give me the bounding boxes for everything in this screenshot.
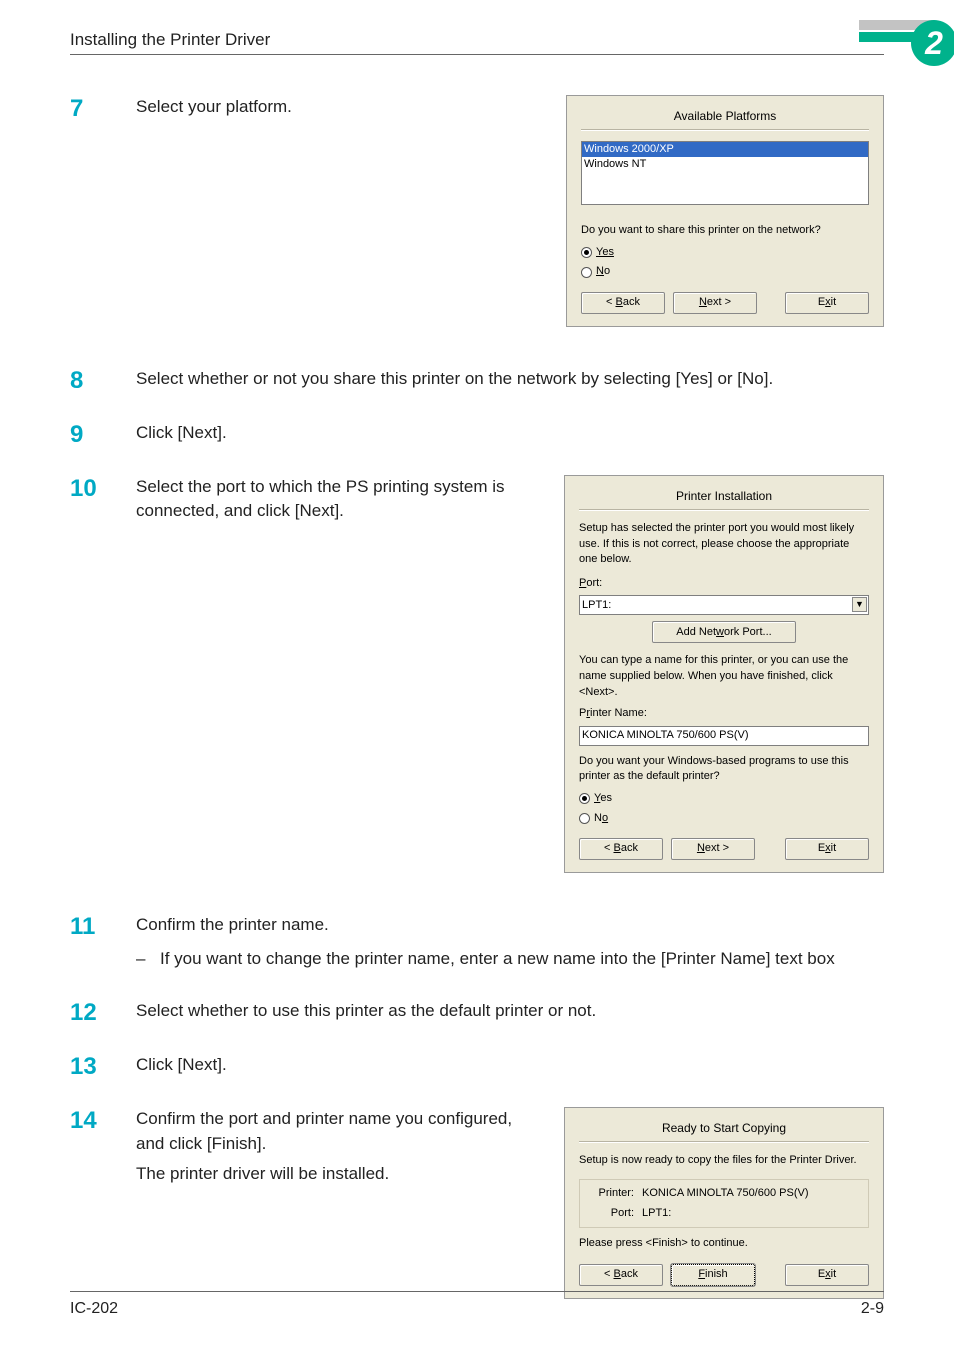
- chapter-badge: 2: [859, 20, 954, 66]
- step-11-text: Confirm the printer name.: [136, 913, 884, 937]
- dlg2-back-button[interactable]: < Back: [579, 838, 663, 860]
- dlg2-printer-name-label: Printer Name:: [579, 706, 869, 722]
- dlg1-yes-label: Yes: [596, 245, 614, 261]
- dlg2-port-combo[interactable]: LPT1: ▼: [579, 595, 869, 615]
- dlg1-exit-button[interactable]: Exit: [785, 292, 869, 314]
- dlg1-no-label: No: [596, 264, 610, 280]
- step-13-number: 13: [70, 1053, 136, 1079]
- dlg2-port-label: Port:: [579, 576, 869, 592]
- radio-dot-icon: [579, 813, 590, 824]
- dlg3-port-value: LPT1:: [642, 1206, 671, 1222]
- footer-left: IC-202: [70, 1300, 118, 1318]
- step-9-text: Click [Next].: [136, 421, 884, 445]
- section-title: Installing the Printer Driver: [70, 30, 270, 50]
- dlg1-radio-no[interactable]: No: [581, 264, 869, 280]
- step-11-number: 11: [70, 913, 136, 971]
- dlg3-press: Please press <Finish> to continue.: [579, 1236, 869, 1252]
- dash-icon: –: [136, 947, 145, 971]
- dlg2-no-label: No: [594, 811, 608, 827]
- dlg2-radio-yes[interactable]: Yes: [579, 791, 869, 807]
- footer-right: 2-9: [861, 1300, 884, 1318]
- dlg1-next-button[interactable]: Next >: [673, 292, 757, 314]
- dlg2-port-value: LPT1:: [582, 598, 611, 614]
- dlg2-default-question: Do you want your Windows-based programs …: [579, 754, 869, 785]
- step-14-text1: Confirm the port and printer name you co…: [136, 1107, 534, 1155]
- dlg1-back-button[interactable]: < Back: [581, 292, 665, 314]
- dlg3-ready: Setup is now ready to copy the files for…: [579, 1153, 869, 1169]
- radio-dot-icon: [579, 793, 590, 804]
- dlg3-finish-button[interactable]: Finish: [671, 1264, 755, 1286]
- radio-dot-icon: [581, 247, 592, 258]
- step-14-number: 14: [70, 1107, 136, 1298]
- dlg1-share-question: Do you want to share this printer on the…: [581, 223, 869, 239]
- dlg2-printer-name-value: KONICA MINOLTA 750/600 PS(V): [582, 728, 749, 744]
- dlg2-name-help: You can type a name for this printer, or…: [579, 653, 869, 700]
- platform-item-winnt[interactable]: Windows NT: [582, 157, 868, 172]
- printer-installation-dialog: Printer Installation Setup has selected …: [564, 475, 884, 873]
- step-13-text: Click [Next].: [136, 1053, 884, 1077]
- dlg3-exit-button[interactable]: Exit: [785, 1264, 869, 1286]
- dlg2-exit-button[interactable]: Exit: [785, 838, 869, 860]
- step-12-text: Select whether to use this printer as th…: [136, 999, 884, 1023]
- platform-listbox[interactable]: Windows 2000/XP Windows NT: [581, 141, 869, 205]
- chevron-down-icon[interactable]: ▼: [852, 597, 867, 612]
- step-11-sub: – If you want to change the printer name…: [136, 947, 884, 971]
- available-platforms-dialog: Available Platforms Windows 2000/XP Wind…: [566, 95, 884, 327]
- dlg1-title: Available Platforms: [581, 108, 869, 125]
- dlg3-port-label: Port:: [588, 1206, 634, 1222]
- step-8-text: Select whether or not you share this pri…: [136, 367, 884, 391]
- dlg1-radio-yes[interactable]: Yes: [581, 245, 869, 261]
- ready-to-copy-dialog: Ready to Start Copying Setup is now read…: [564, 1107, 884, 1298]
- step-8-number: 8: [70, 367, 136, 393]
- dlg2-printer-name-input[interactable]: KONICA MINOLTA 750/600 PS(V): [579, 726, 869, 746]
- chapter-number: 2: [924, 25, 943, 61]
- step-7-text: Select your platform.: [136, 95, 536, 327]
- dlg2-intro: Setup has selected the printer port you …: [579, 521, 869, 568]
- dlg2-next-button[interactable]: Next >: [671, 838, 755, 860]
- dlg2-title: Printer Installation: [579, 488, 869, 505]
- step-10-text: Select the port to which the PS printing…: [136, 475, 534, 873]
- dlg2-radio-no[interactable]: No: [579, 811, 869, 827]
- dlg3-printer-value: KONICA MINOLTA 750/600 PS(V): [642, 1186, 809, 1202]
- step-12-number: 12: [70, 999, 136, 1025]
- dlg3-back-button[interactable]: < Back: [579, 1264, 663, 1286]
- dlg3-title: Ready to Start Copying: [579, 1120, 869, 1137]
- step-9-number: 9: [70, 421, 136, 447]
- dlg3-printer-label: Printer:: [588, 1186, 634, 1202]
- step-14-text2: The printer driver will be installed.: [136, 1162, 534, 1186]
- step-10-number: 10: [70, 475, 136, 873]
- radio-dot-icon: [581, 267, 592, 278]
- dlg2-yes-label: Yes: [594, 791, 612, 807]
- platform-item-win2000xp[interactable]: Windows 2000/XP: [582, 142, 868, 157]
- dlg2-add-network-port-button[interactable]: Add Network Port...: [652, 621, 796, 643]
- step-11-sub-text: If you want to change the printer name, …: [160, 949, 835, 968]
- step-7-number: 7: [70, 95, 136, 327]
